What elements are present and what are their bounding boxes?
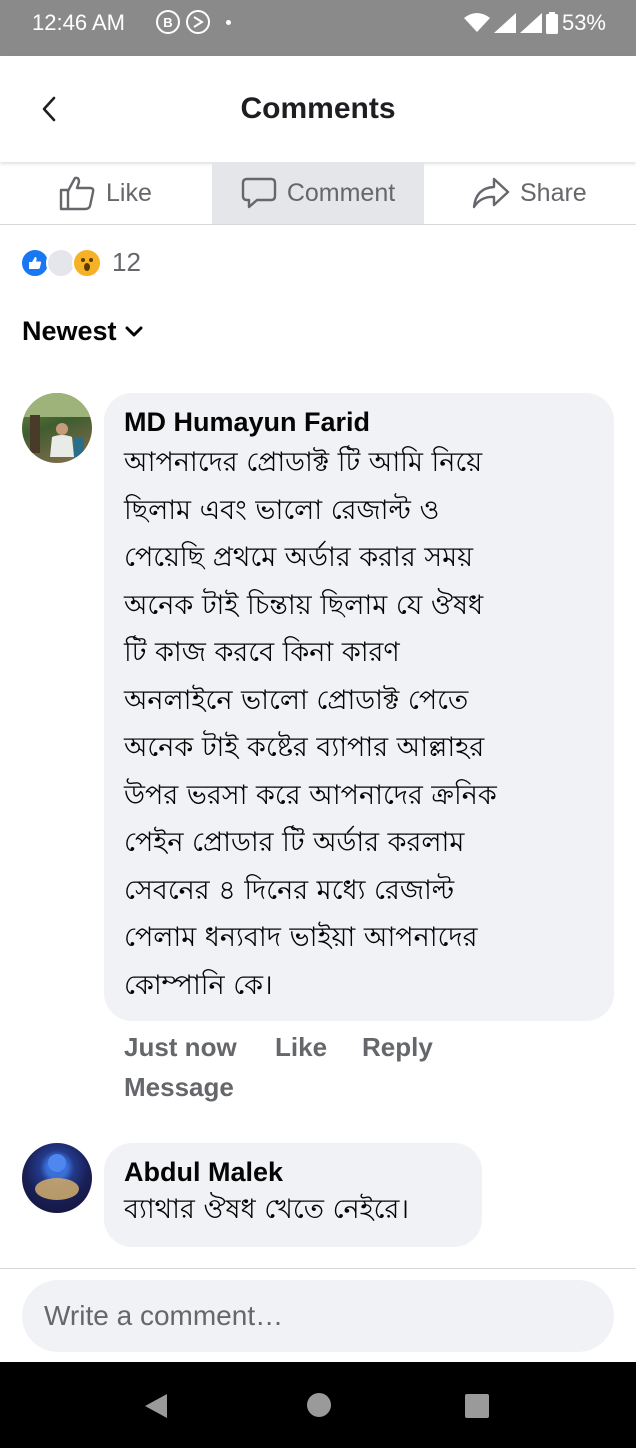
comment-message-link[interactable]: Message [124,1072,234,1103]
signal-icon-2 [519,13,542,33]
share-button[interactable]: Share [472,162,587,224]
comment-text: আপনাদের প্রোডাক্ট টি আমি নিয়ে ছিলাম এবং… [124,447,497,1001]
system-navigation-bar [0,1362,636,1448]
status-system-icons: 53% [463,10,606,36]
thumbs-up-icon [59,176,95,211]
post-action-bar: Like Comment Share [0,162,636,225]
comment-bubble: Abdul Malek ব্যাথার ঔষধ খেতে নেইরে। [104,1143,482,1247]
nav-home-icon[interactable] [306,1392,332,1418]
comment-button[interactable]: Comment [212,162,424,224]
avatar[interactable] [22,393,92,463]
comment-author[interactable]: MD Humayun Farid [124,405,594,439]
share-arrow-icon [472,177,510,209]
comment-like-link[interactable]: Like [275,1032,327,1063]
nav-back-icon[interactable] [142,1392,170,1420]
reaction-count: 12 [112,247,141,277]
wow-reaction-icon [72,247,102,278]
comment-reply-link[interactable]: Reply [362,1032,433,1063]
comment-author[interactable]: Abdul Malek [124,1155,462,1189]
battery-percent: 53% [561,10,606,35]
signal-icon [493,13,516,33]
status-time: 12:46 AM [32,10,125,35]
comment-timestamp: Just now [124,1032,237,1062]
sort-dropdown[interactable]: Newest [22,316,143,347]
like-button-label: Like [106,178,152,207]
avatar[interactable] [22,1143,92,1213]
sort-label: Newest [22,316,117,346]
speech-bubble-icon [241,177,277,209]
comment-composer-bar: Write a comment… [0,1268,636,1363]
data-saver-icon [186,10,210,34]
comment-input[interactable]: Write a comment… [22,1280,614,1352]
status-notification-icons: B [156,10,231,34]
more-notifications-dot-icon [226,19,231,25]
share-button-label: Share [520,178,587,207]
comments-header: Comments [0,56,636,162]
reactions-summary[interactable]: 12 [20,247,141,278]
comment-bubble: MD Humayun Farid আপনাদের প্রোডাক্ট টি আম… [104,393,614,1021]
like-button[interactable]: Like [58,162,152,224]
comment-button-label: Comment [286,178,396,207]
battery-icon [545,12,558,34]
b-notification-icon: B [156,10,180,34]
nav-recents-icon[interactable] [464,1393,490,1419]
chevron-down-icon [125,326,143,336]
status-bar: 12:46 AM B 53% [0,0,636,56]
page-title: Comments [240,92,396,125]
comment-text: ব্যাথার ঔষধ খেতে নেইরে। [124,1194,410,1225]
wifi-icon [463,13,490,32]
